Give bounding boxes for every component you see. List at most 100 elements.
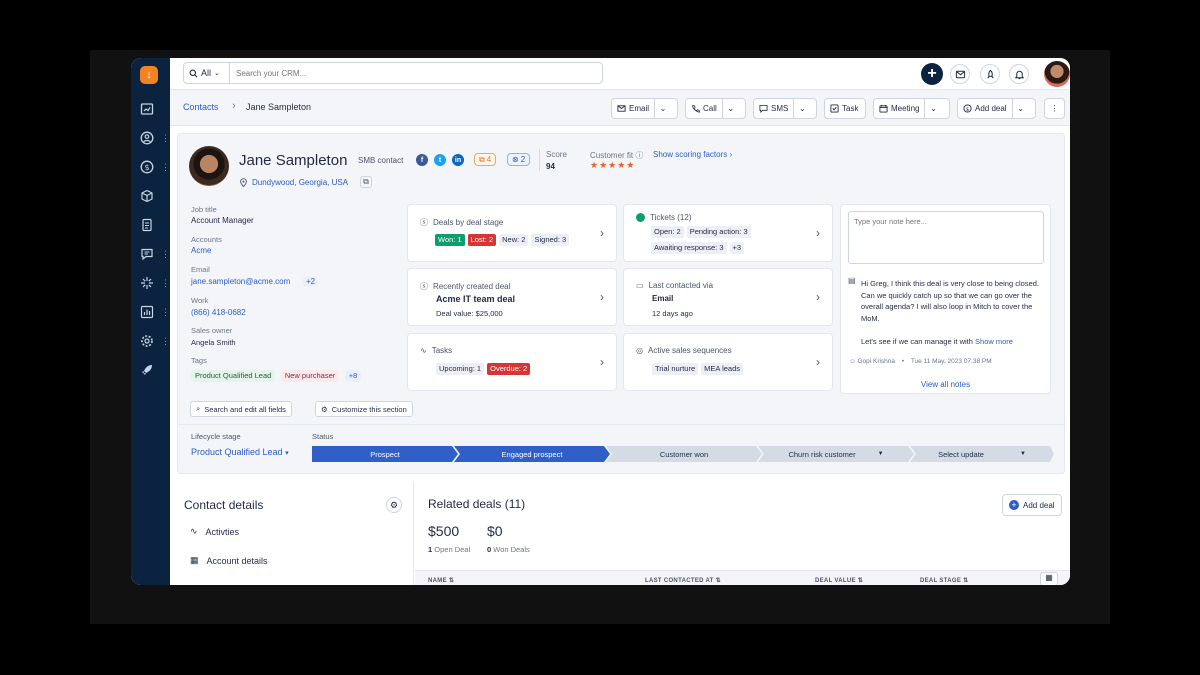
stage-select-update[interactable]: Select update ▼ (910, 446, 1054, 462)
email-action-button[interactable]: Email ⌄ (611, 98, 678, 119)
sms-button-label: SMS (771, 104, 789, 113)
conversations-more-icon[interactable]: ⋮ (161, 250, 170, 259)
contacts-more-icon[interactable]: ⋮ (161, 134, 170, 143)
sidebar-item-account-details[interactable]: ▦ Account details (190, 555, 268, 566)
table-columns-icon[interactable]: ▦ (1040, 572, 1058, 585)
tags-more-badge[interactable]: +8 (344, 370, 362, 382)
task-button[interactable]: Task (825, 99, 863, 118)
search-edit-fields-button[interactable]: ⌕ Search and edit all fields (190, 401, 292, 417)
sms-dropdown-icon[interactable]: ⌄ (793, 99, 810, 118)
search-scope-label: All (201, 68, 212, 78)
facebook-icon[interactable]: f (416, 154, 428, 166)
user-avatar[interactable] (1044, 61, 1070, 87)
recent-deal-tile[interactable]: ⓢ Recently created deal Acme IT team deal… (407, 268, 617, 326)
stage-customer-won[interactable]: Customer won (606, 446, 762, 462)
sales-sequences-tile[interactable]: ◎ Active sales sequences Trial nurture MEA… (623, 333, 833, 391)
tag-item[interactable]: New purchaser (280, 370, 340, 382)
stage-engaged-prospect[interactable]: Engaged prospect (454, 446, 610, 462)
settings-icon[interactable] (140, 334, 154, 348)
tasks-tile[interactable]: ∿ Tasks Upcoming: 1 Overdue: 2 › (407, 333, 617, 391)
tile-title: Last contacted via (648, 281, 714, 290)
column-header-last-contacted[interactable]: LAST CONTACTED AT ⇅ (645, 577, 721, 584)
email-link[interactable]: jane.sampleton@acme.com (191, 277, 290, 286)
column-header-deal-value[interactable]: DEAL VALUE ⇅ (815, 577, 863, 584)
contact-type: SMB contact (358, 156, 404, 165)
stage-prospect[interactable]: Prospect (312, 446, 458, 462)
email-dropdown-icon[interactable]: ⌄ (654, 99, 671, 118)
dashboard-icon[interactable] (140, 102, 154, 116)
meeting-action-button[interactable]: Meeting ⌄ (873, 98, 950, 119)
search-input[interactable] (236, 66, 596, 80)
meeting-button[interactable]: Meeting (874, 99, 924, 118)
twitter-icon[interactable]: t (434, 154, 446, 166)
call-button[interactable]: Call (686, 99, 722, 118)
more-actions-icon[interactable]: ⋮ (1044, 98, 1065, 119)
products-icon[interactable] (140, 189, 154, 203)
sales-owner-value[interactable]: Angela Smith (191, 338, 236, 347)
chevron-right-icon: › (600, 226, 604, 240)
search-scope-dropdown[interactable]: All ⌄ (184, 63, 230, 83)
ai-sparkle-icon[interactable] (140, 276, 154, 290)
call-dropdown-icon[interactable]: ⌄ (721, 99, 739, 118)
activity-pulse-icon: ∿ (190, 526, 198, 536)
contacts-icon[interactable] (140, 131, 154, 145)
email-button[interactable]: Email (612, 99, 654, 118)
stage-churn-risk[interactable]: Churn risk customer ▼ (758, 446, 914, 462)
call-action-button[interactable]: Call ⌄ (685, 98, 746, 119)
breadcrumb-contacts-link[interactable]: Contacts (183, 102, 219, 112)
rocket-launch-icon[interactable] (980, 64, 1000, 84)
documents-icon[interactable] (140, 218, 154, 232)
sms-button[interactable]: SMS (754, 99, 793, 118)
duplicates-badge[interactable]: ⧉ 4 (474, 153, 497, 166)
view-all-notes-link[interactable]: View all notes (841, 380, 1050, 389)
column-header-deal-stage[interactable]: DEAL STAGE ⇅ (920, 577, 968, 584)
deal-dollar-icon: $ (963, 104, 972, 113)
tag-item[interactable]: Product Qualified Lead (191, 370, 276, 382)
accounts-link[interactable]: Acme (191, 246, 211, 255)
tickets-tile[interactable]: Tickets (12) Open: 2 Pending action: 3 Aw… (623, 204, 833, 262)
deals-by-stage-tile[interactable]: ⓢ Deals by deal stage Won: 1 Lost: 2 New: 2… (407, 204, 617, 262)
reports-more-icon[interactable]: ⋮ (161, 308, 170, 317)
lifecycle-dropdown[interactable]: Product Qualified Lead ▾ (191, 447, 289, 457)
note-input[interactable] (848, 211, 1044, 264)
settings-more-icon[interactable]: ⋮ (161, 337, 170, 346)
app-logo-icon[interactable]: ↓ (140, 66, 158, 84)
details-settings-icon[interactable]: ⚙ (386, 497, 402, 513)
sms-action-button[interactable]: SMS ⌄ (753, 98, 817, 119)
show-more-link[interactable]: Show more (975, 337, 1013, 346)
sidebar-item-activities[interactable]: ∿ Activties (190, 526, 239, 537)
note-author: Gopi Krishna (857, 358, 896, 365)
customize-section-button[interactable]: ⚙ Customize this section (315, 401, 413, 417)
reports-icon[interactable] (140, 305, 154, 319)
copy-location-icon[interactable]: ⧉ (360, 176, 372, 188)
open-chip: Open: 2 (651, 226, 684, 238)
show-scoring-factors-link[interactable]: Show scoring factors › (653, 150, 732, 159)
task-action-button[interactable]: Task (824, 98, 866, 119)
add-deal-button[interactable]: $ Add deal (958, 99, 1012, 118)
column-header-name[interactable]: NAME ⇅ (428, 577, 454, 584)
linkedin-icon[interactable]: in (452, 154, 464, 166)
deals-icon[interactable]: $ (140, 160, 154, 174)
linked-badge[interactable]: ⊗ 2 (507, 153, 531, 166)
ai-more-icon[interactable]: ⋮ (161, 279, 170, 288)
mail-icon[interactable] (950, 64, 970, 84)
job-title-value[interactable]: Account Manager (191, 216, 254, 225)
add-deal-dropdown-icon[interactable]: ⌄ (1011, 99, 1029, 118)
lifecycle-bar: Lifecycle stage Product Qualified Lead ▾… (178, 424, 1064, 474)
last-contacted-tile[interactable]: ▭ Last contacted via Email 12 days ago › (623, 268, 833, 326)
email-more-badge[interactable]: +2 (303, 277, 319, 286)
add-deal-action-button[interactable]: $ Add deal ⌄ (957, 98, 1036, 119)
svg-text:$: $ (966, 107, 969, 113)
add-deal-panel-button[interactable]: + Add deal (1002, 494, 1062, 516)
plus-icon: + (1009, 500, 1019, 510)
add-new-button[interactable]: + (921, 63, 943, 85)
meeting-dropdown-icon[interactable]: ⌄ (924, 99, 941, 118)
conversations-icon[interactable] (140, 247, 154, 261)
contact-name: Jane Sampleton (239, 152, 348, 169)
contact-location[interactable]: Dundywood, Georgia, USA ⧉ (239, 176, 372, 188)
work-phone-link[interactable]: (866) 418-0682 (191, 308, 246, 317)
chevron-right-icon: › (600, 290, 604, 304)
rocket-icon[interactable] (140, 363, 154, 377)
notifications-bell-icon[interactable] (1009, 64, 1029, 84)
deals-more-icon[interactable]: ⋮ (161, 163, 170, 172)
